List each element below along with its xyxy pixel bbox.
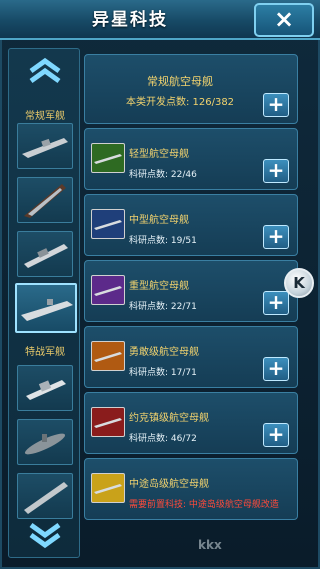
upgrade-button[interactable]: +	[263, 291, 289, 315]
scroll-down-icon[interactable]	[23, 521, 67, 551]
ship-icon	[24, 244, 68, 268]
ship-thumbnail	[91, 209, 125, 239]
close-button[interactable]: ×	[254, 3, 314, 37]
sidebar-item-regular-ship-3[interactable]	[17, 231, 73, 277]
title-bar: 异星科技 ×	[0, 0, 320, 40]
upgrade-button[interactable]: +	[263, 225, 289, 249]
ship-thumbnail	[91, 407, 125, 437]
ship-name: 约克镇级航空母舰	[129, 413, 209, 424]
ship-research-points: 科研点数: 19/51	[129, 236, 197, 246]
ship-name: 中途岛级航空母舰	[129, 479, 209, 490]
page-title: 异星科技	[92, 10, 168, 30]
watermark: kkx	[198, 538, 222, 552]
category-summary-card: 常规航空母舰 本类开发点数: 126/382 +	[84, 54, 298, 124]
ship-icon	[24, 482, 68, 514]
category-label-regular: 常规军舰	[25, 111, 65, 122]
ship-card-yorktown-carrier: 约克镇级航空母舰 科研点数: 46/72 +	[84, 392, 298, 454]
ship-research-points: 科研点数: 17/71	[129, 368, 197, 378]
ship-research-points: 科研点数: 22/71	[129, 302, 197, 312]
ship-icon	[22, 138, 68, 158]
ship-icon	[24, 184, 66, 218]
ship-thumbnail	[91, 143, 125, 173]
ship-category-sidebar: 常规军舰 特战军舰	[8, 48, 80, 558]
ship-research-points: 科研点数: 46/72	[129, 434, 197, 444]
ship-card-courageous-carrier: 勇敢级航空母舰 科研点数: 17/71 +	[84, 326, 298, 388]
ship-card-heavy-carrier: 重型航空母舰 科研点数: 22/71 +	[84, 260, 298, 322]
sidebar-item-regular-ship-2[interactable]	[17, 177, 73, 223]
ship-card-medium-carrier: 中型航空母舰 科研点数: 19/51 +	[84, 194, 298, 256]
sidebar-item-aircraft-carrier[interactable]	[15, 283, 77, 333]
upgrade-button[interactable]: +	[263, 159, 289, 183]
prerequisite-warning: 需要前置科技: 中途岛级航空母舰改造	[129, 500, 279, 510]
ship-name: 重型航空母舰	[129, 281, 189, 292]
category-label-special: 特战军舰	[25, 347, 65, 358]
carrier-icon	[21, 299, 73, 321]
ship-card-midway-carrier: 中途岛级航空母舰 需要前置科技: 中途岛级航空母舰改造	[84, 458, 298, 520]
ship-research-points: 科研点数: 22/46	[129, 170, 197, 180]
sidebar-item-special-ship-2[interactable]	[17, 419, 73, 465]
upgrade-button[interactable]: +	[263, 423, 289, 447]
sidebar-item-special-ship-3[interactable]	[17, 473, 73, 519]
submarine-icon	[24, 433, 66, 455]
ship-card-light-carrier: 轻型航空母舰 科研点数: 22/46 +	[84, 128, 298, 190]
ship-name: 中型航空母舰	[129, 215, 189, 226]
category-name: 常规航空母舰	[147, 75, 213, 88]
ship-name: 轻型航空母舰	[129, 149, 189, 160]
sidebar-item-special-ship-1[interactable]	[17, 365, 73, 411]
k-logo-icon[interactable]: K	[284, 268, 314, 298]
ship-thumbnail	[91, 275, 125, 305]
scroll-up-icon[interactable]	[23, 55, 67, 85]
sidebar-item-regular-ship-1[interactable]	[17, 123, 73, 169]
ship-name: 勇敢级航空母舰	[129, 347, 199, 358]
category-points: 本类开发点数: 126/382	[125, 97, 235, 108]
ship-thumbnail	[91, 473, 125, 503]
tech-list: 常规航空母舰 本类开发点数: 126/382 + 轻型航空母舰 科研点数: 22…	[84, 48, 312, 558]
ship-thumbnail	[91, 341, 125, 371]
upgrade-button[interactable]: +	[263, 357, 289, 381]
ship-icon	[26, 380, 66, 400]
add-category-button[interactable]: +	[263, 93, 289, 117]
